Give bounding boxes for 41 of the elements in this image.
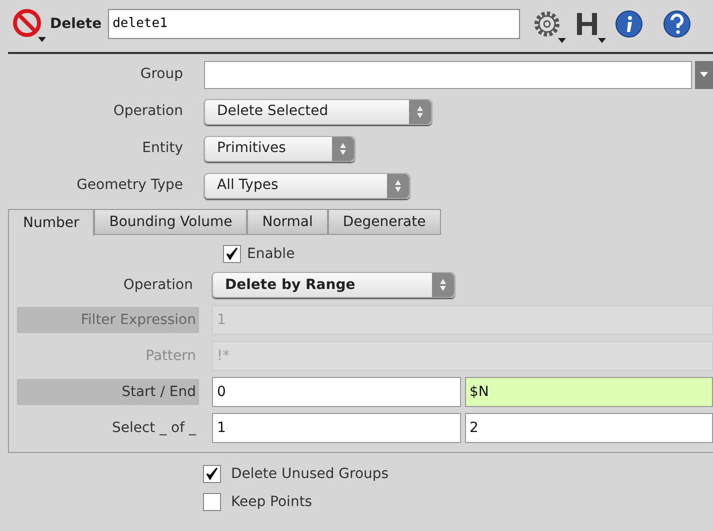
checkbox-label: Enable bbox=[247, 244, 295, 264]
help-icon[interactable] bbox=[662, 9, 692, 39]
parameter-label: Select _ of _ bbox=[110, 418, 198, 438]
node-type-label: Delete bbox=[50, 14, 102, 34]
caret-icon bbox=[558, 38, 566, 43]
dropdown-menu[interactable]: Delete by Range bbox=[212, 272, 455, 298]
tab[interactable]: Normal bbox=[247, 209, 328, 235]
node-name-field[interactable]: delete1 bbox=[108, 9, 520, 39]
checkbox-label: Keep Points bbox=[231, 492, 312, 512]
tab[interactable]: Bounding Volume bbox=[94, 209, 248, 235]
parameter-label: Group bbox=[139, 65, 183, 84]
checkbox[interactable] bbox=[203, 465, 221, 483]
dropdown-menu[interactable]: All Types bbox=[204, 172, 410, 198]
value-field[interactable]: 1 bbox=[212, 413, 460, 443]
info-icon[interactable] bbox=[614, 9, 644, 39]
checkbox-label: Delete Unused Groups bbox=[231, 464, 389, 484]
checkbox[interactable] bbox=[203, 493, 221, 511]
value-field[interactable]: 0 bbox=[212, 377, 460, 407]
checkbox[interactable] bbox=[223, 245, 241, 263]
dropdown-menu[interactable]: Delete Selected bbox=[204, 98, 432, 124]
tab[interactable]: Degenerate bbox=[328, 209, 441, 235]
caret-icon bbox=[598, 38, 606, 43]
tab[interactable]: Number bbox=[8, 209, 94, 236]
parameter-label: Geometry Type bbox=[76, 176, 183, 195]
dropdown-menu[interactable]: Primitives bbox=[204, 136, 355, 162]
group-field[interactable] bbox=[204, 60, 692, 88]
stepper-icon bbox=[432, 273, 454, 297]
letter-h-icon[interactable] bbox=[574, 11, 599, 37]
parameter-label: Operation bbox=[122, 276, 193, 294]
stepper-icon bbox=[332, 136, 354, 160]
value-field[interactable]: $N bbox=[464, 377, 713, 407]
parameter-label: Pattern bbox=[144, 346, 197, 366]
caret-icon bbox=[38, 37, 46, 42]
no-entry-icon[interactable] bbox=[12, 8, 44, 40]
value-field[interactable]: 2 bbox=[464, 413, 713, 443]
parameter-label: Start / End bbox=[17, 379, 199, 405]
parameter-label: Filter Expression bbox=[17, 307, 199, 333]
parameter-label: Operation bbox=[112, 102, 183, 121]
stepper-icon bbox=[387, 174, 409, 198]
parameter-label: Entity bbox=[141, 139, 183, 158]
stepper-icon bbox=[409, 100, 431, 124]
